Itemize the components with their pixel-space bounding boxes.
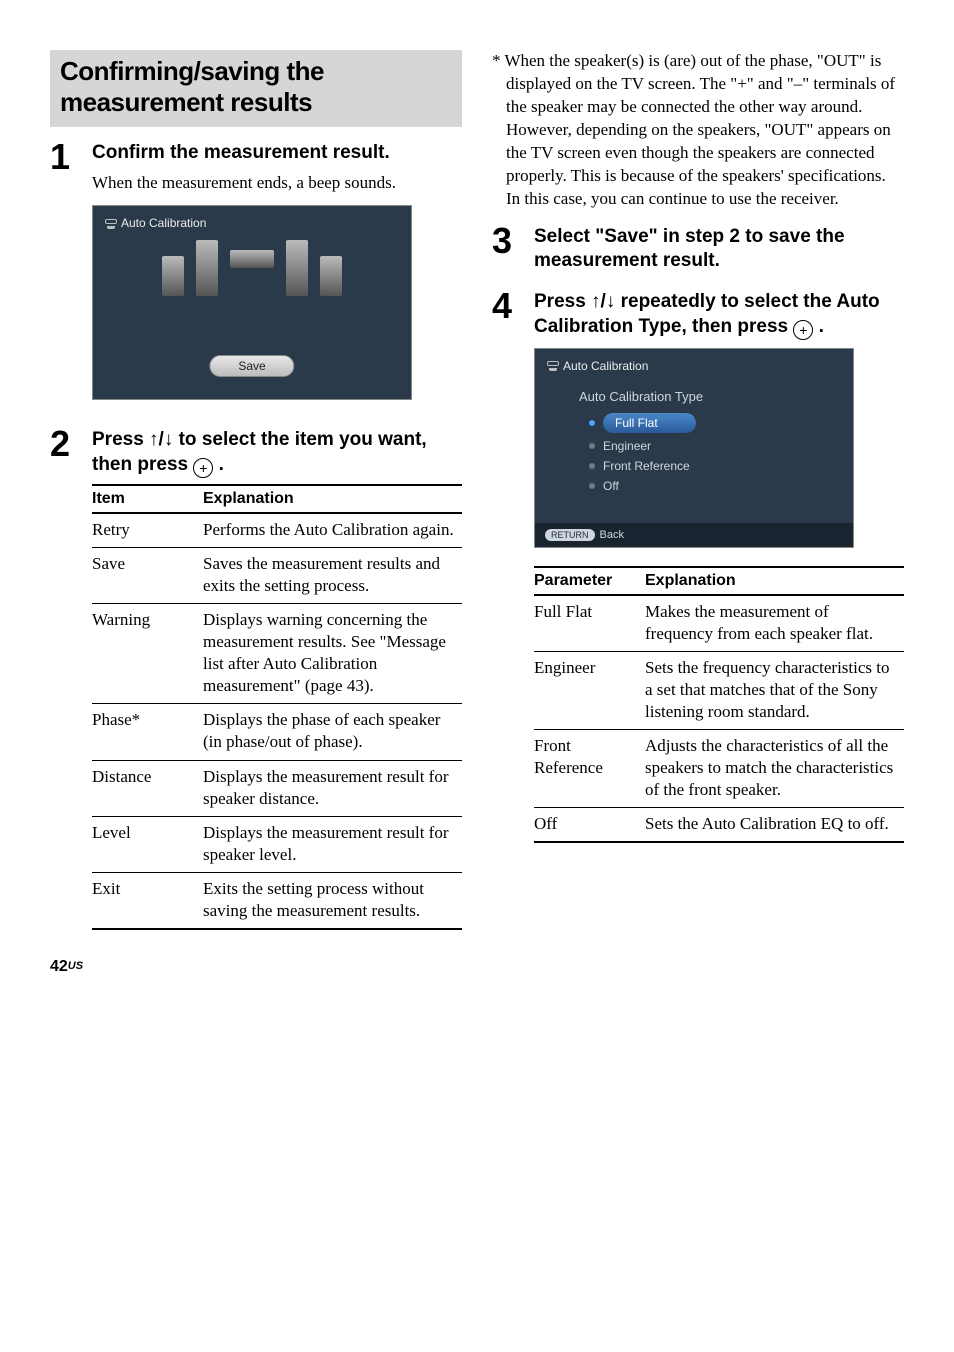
table-row: ExitExits the setting process without sa… (92, 872, 462, 929)
screenshot-save: Auto Calibration Save (92, 205, 412, 400)
step-number: 4 (492, 288, 534, 324)
table-row: Full FlatMakes the measurement of freque… (534, 595, 904, 652)
step-3: 3 Select "Save" in step 2 to save the me… (492, 223, 904, 280)
section-title: Confirming/saving the measurement result… (60, 56, 452, 117)
enter-icon: + (193, 458, 213, 478)
step-4: 4 Press ↑/↓ repeatedly to select the Aut… (492, 288, 904, 844)
table-row: LevelDisplays the measurement result for… (92, 816, 462, 872)
auto-cal-icon (547, 361, 559, 371)
step-1: 1 Confirm the measurement result. When t… (50, 139, 462, 418)
step-2: 2 Press ↑/↓ to select the item you want,… (50, 426, 462, 930)
table-row: OffSets the Auto Calibration EQ to off. (534, 808, 904, 843)
th-item: Item (92, 485, 203, 513)
speaker-icon (230, 250, 274, 268)
table-row: DistanceDisplays the measurement result … (92, 760, 462, 816)
speaker-icon (196, 240, 218, 296)
step1-heading: Confirm the measurement result. (92, 141, 462, 166)
step-number: 2 (50, 426, 92, 462)
th-expl: Explanation (203, 485, 462, 513)
ss1-title: Auto Calibration (121, 216, 206, 230)
page-number: 42US (0, 958, 954, 1006)
radio-front-ref[interactable]: Front Reference (561, 456, 827, 476)
step2-heading: Press ↑/↓ to select the item you want, t… (92, 428, 462, 478)
table-row: Phase*Displays the phase of each speaker… (92, 704, 462, 760)
table-row: Front ReferenceAdjusts the characteristi… (534, 730, 904, 808)
screenshot-caltype: Auto Calibration Auto Calibration Type F… (534, 348, 854, 548)
speaker-icon (286, 240, 308, 296)
save-button[interactable]: Save (209, 355, 294, 377)
step-number: 3 (492, 223, 534, 259)
step-number: 1 (50, 139, 92, 175)
ss2-subtitle: Auto Calibration Type (561, 385, 827, 410)
th-expl: Explanation (645, 567, 904, 595)
speaker-icon (320, 256, 342, 296)
table-row: SaveSaves the measurement results and ex… (92, 547, 462, 603)
table-row: WarningDisplays warning concerning the m… (92, 603, 462, 703)
section-header: Confirming/saving the measurement result… (50, 50, 462, 127)
phase-footnote: * When the speaker(s) is (are) out of th… (492, 50, 904, 211)
auto-cal-icon (105, 219, 117, 229)
table-row: RetryPerforms the Auto Calibration again… (92, 513, 462, 548)
radio-full-flat[interactable]: Full Flat (561, 410, 827, 436)
parameters-table: Parameter Explanation Full FlatMakes the… (534, 566, 904, 844)
table-row: EngineerSets the frequency characteristi… (534, 651, 904, 729)
step1-desc: When the measurement ends, a beep sounds… (92, 172, 462, 195)
return-button[interactable]: RETURN (545, 529, 595, 541)
ss2-footer: RETURNBack (535, 523, 853, 547)
ss2-title: Auto Calibration (563, 359, 648, 373)
step4-heading: Press ↑/↓ repeatedly to select the Auto … (534, 290, 904, 340)
items-table: Item Explanation RetryPerforms the Auto … (92, 484, 462, 930)
enter-icon: + (793, 320, 813, 340)
step3-heading: Select "Save" in step 2 to save the meas… (534, 225, 904, 274)
th-param: Parameter (534, 567, 645, 595)
radio-off[interactable]: Off (561, 476, 827, 496)
radio-engineer[interactable]: Engineer (561, 436, 827, 456)
speaker-icon (162, 256, 184, 296)
